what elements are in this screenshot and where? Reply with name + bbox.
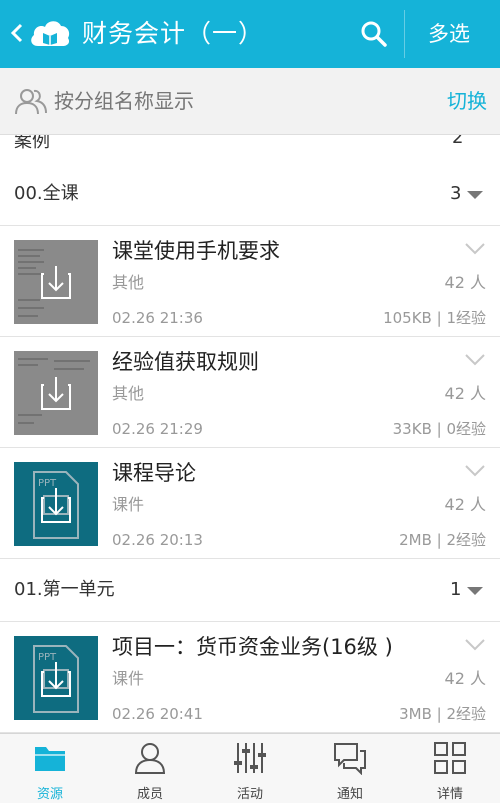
section-count: 1 (450, 579, 462, 600)
cloud-book-logo-icon (31, 21, 70, 46)
ppt-download-icon: PPT (33, 645, 79, 713)
section-name: 案例 (14, 135, 50, 152)
tab-members[interactable]: 成员 (100, 734, 200, 803)
download-icon (18, 358, 90, 424)
list-item[interactable]: 课堂使用手机要求 其他 42 人 02.26 21:36 105KB | 1经验 (0, 226, 500, 337)
item-category: 其他 (112, 273, 145, 292)
list-item[interactable]: PPT 课程导论 课件 42 人 02.26 20:13 2MB | 2经验 (0, 448, 500, 559)
item-people: 42 人 (444, 273, 486, 292)
item-people: 42 人 (444, 495, 486, 514)
item-title: 课堂使用手机要求 (112, 239, 280, 263)
item-time: 02.26 20:41 (112, 705, 203, 723)
item-meta: 33KB | 0经验 (392, 420, 486, 438)
section-header-all-course[interactable]: 00.全课 3 (0, 163, 500, 226)
caret-down-icon (467, 587, 483, 595)
tab-notifications[interactable]: 通知 (300, 734, 400, 803)
tab-details[interactable]: 详情 (400, 734, 500, 803)
header-divider (404, 10, 405, 58)
tab-activities[interactable]: 活动 (200, 734, 300, 803)
group-bar: 按分组名称显示 切换 (0, 68, 500, 135)
section-header-partial[interactable]: 案例 2 (0, 135, 500, 164)
section-count: 2 (452, 135, 464, 148)
section-header-unit-one[interactable]: 01.第一单元 1 (0, 559, 500, 622)
chevron-down-icon[interactable] (464, 464, 486, 478)
section-name: 00.全课 (14, 183, 79, 204)
page-title: 财务会计（一） (82, 19, 265, 48)
chat-icon (334, 743, 366, 775)
top-bar: 财务会计（一） 多选 (0, 0, 500, 68)
chevron-down-icon[interactable] (464, 242, 486, 256)
item-time: 02.26 21:29 (112, 420, 203, 438)
list-item[interactable]: PPT 项目一：货币资金业务(16级 ) 课件 42 人 02.26 20:41… (0, 622, 500, 733)
item-meta: 2MB | 2经验 (399, 531, 486, 549)
tab-label: 活动 (236, 787, 263, 802)
tab-label: 资源 (36, 787, 63, 802)
item-meta: 3MB | 2经验 (399, 705, 486, 723)
sliders-icon (234, 743, 266, 773)
back-arrow-icon[interactable] (10, 18, 24, 48)
section-name: 01.第一单元 (14, 579, 115, 600)
ppt-thumbnail: PPT (14, 462, 98, 546)
download-icon (18, 249, 71, 317)
search-icon[interactable] (358, 18, 390, 50)
resource-list: 案例 2 00.全课 3 课堂使用手机要求 其他 42 人 02.26 21:3… (0, 135, 500, 733)
item-time: 02.26 21:36 (112, 309, 203, 327)
item-people: 42 人 (444, 669, 486, 688)
item-title: 项目一：货币资金业务(16级 ) (112, 635, 393, 659)
folder-icon (35, 747, 65, 771)
item-title: 课程导论 (112, 461, 196, 485)
document-thumbnail (14, 240, 98, 324)
switch-button[interactable]: 切换 (447, 85, 487, 117)
chevron-down-icon[interactable] (464, 353, 486, 367)
item-category: 其他 (112, 384, 145, 403)
person-icon (134, 743, 166, 774)
item-title: 经验值获取规则 (112, 350, 259, 374)
group-people-icon (15, 89, 47, 115)
tab-label: 成员 (136, 787, 163, 802)
ppt-thumbnail: PPT (14, 636, 98, 720)
item-meta: 105KB | 1经验 (383, 309, 486, 327)
group-display-label: 按分组名称显示 (54, 89, 194, 113)
svg-text:PPT: PPT (38, 652, 57, 663)
item-category: 课件 (112, 495, 145, 514)
document-thumbnail (14, 351, 98, 435)
caret-down-icon (467, 191, 483, 199)
list-item[interactable]: 经验值获取规则 其他 42 人 02.26 21:29 33KB | 0经验 (0, 337, 500, 448)
svg-text:PPT: PPT (38, 478, 57, 489)
item-people: 42 人 (444, 384, 486, 403)
chevron-down-icon[interactable] (464, 638, 486, 652)
tab-resources[interactable]: 资源 (0, 734, 100, 803)
tab-label: 详情 (436, 787, 463, 802)
ppt-download-icon: PPT (33, 471, 79, 539)
item-time: 02.26 20:13 (112, 531, 203, 549)
grid-icon (434, 742, 466, 774)
multi-select-button[interactable]: 多选 (428, 18, 470, 50)
item-category: 课件 (112, 669, 145, 688)
section-count: 3 (450, 183, 462, 204)
tab-label: 通知 (336, 787, 363, 802)
bottom-tab-bar: 资源 成员 活动 通知 详情 (0, 733, 500, 803)
